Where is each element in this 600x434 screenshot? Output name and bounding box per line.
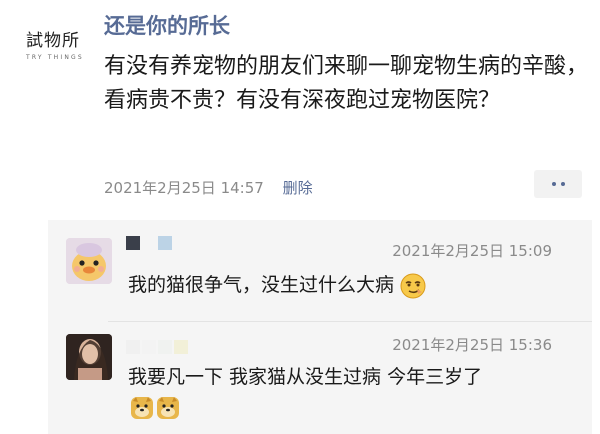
comment-timestamp: 2021年2月25日 15:36	[392, 336, 552, 354]
blur-block	[142, 236, 156, 250]
dot	[551, 182, 556, 186]
delete-link[interactable]: 删除	[283, 179, 313, 197]
avatar[interactable]	[66, 238, 112, 284]
comment-item: 2021年2月25日 15:09 我的猫很争气，没生过什么大病	[48, 220, 592, 322]
post-meta: 2021年2月25日 14:57 删除	[104, 177, 313, 198]
avatar-logo[interactable]: 試物所 TRY THINGS	[26, 26, 98, 61]
portrait-avatar-icon	[66, 334, 112, 380]
emoji-row	[130, 396, 180, 420]
blur-block	[158, 236, 172, 250]
more-dots-icon[interactable]	[534, 170, 582, 198]
smirk-face-emoji	[400, 273, 426, 298]
comment-timestamp: 2021年2月25日 15:09	[392, 242, 552, 260]
comment-text-content: 我的猫很争气，没生过什么大病	[128, 274, 395, 296]
post-text: 有没有养宠物的朋友们来聊一聊宠物生病的辛酸，看病贵不贵？有没有深夜跑过宠物医院？	[104, 54, 589, 113]
logo-text: 試物所	[26, 31, 80, 51]
moments-post: 試物所 TRY THINGS 还是你的所长 有没有养宠物的朋友们来聊一聊宠物生病…	[0, 0, 600, 214]
avatar[interactable]	[66, 334, 112, 380]
blur-block	[158, 340, 172, 354]
doge-emoji	[157, 397, 179, 419]
comment-divider	[108, 321, 592, 322]
doge-emoji	[131, 397, 153, 419]
comment-text: 我的猫很争气，没生过什么大病	[128, 270, 426, 300]
logo-subtext: TRY THINGS	[26, 54, 84, 61]
post-timestamp: 2021年2月25日 14:57	[104, 179, 264, 197]
post-author-name[interactable]: 还是你的所长	[104, 10, 230, 40]
blur-block	[142, 340, 156, 354]
blur-block	[174, 340, 188, 354]
comment-item: 2021年2月25日 15:36 我要凡一下 我家猫从没生过病 今年三岁了	[48, 324, 592, 424]
blur-block	[126, 236, 140, 250]
duck-avatar-icon	[66, 238, 112, 284]
comments-panel: 2021年2月25日 15:09 我的猫很争气，没生过什么大病 2021年2月2…	[48, 220, 592, 434]
comment-text: 我要凡一下 我家猫从没生过病 今年三岁了	[128, 366, 483, 388]
blur-block	[126, 340, 140, 354]
dot	[560, 182, 565, 186]
